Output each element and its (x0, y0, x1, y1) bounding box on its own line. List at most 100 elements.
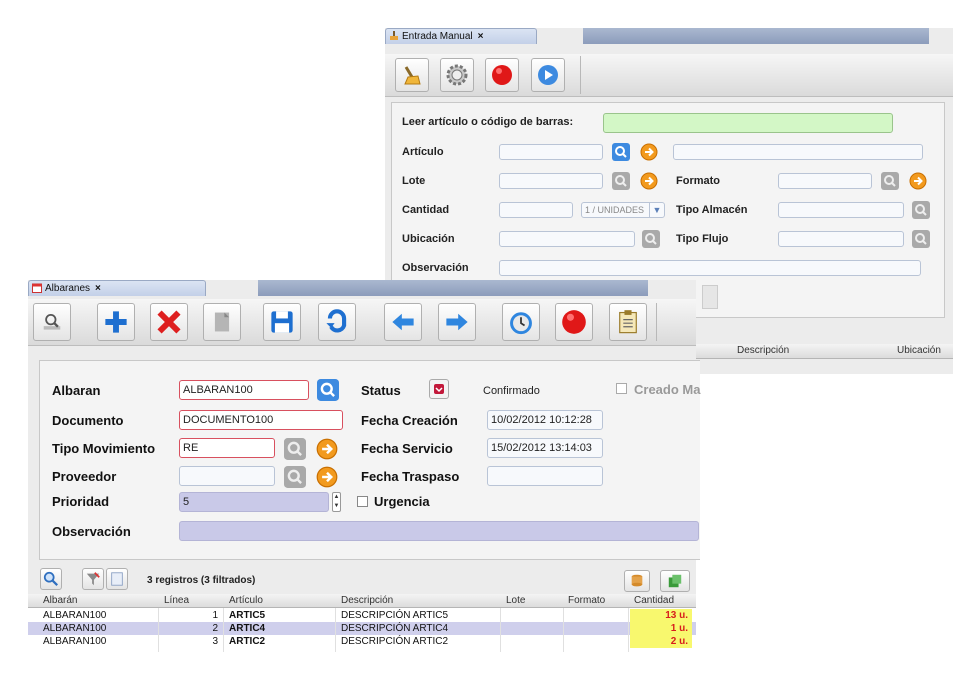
table-row[interactable]: ALBARAN100 1 ARTIC5 DESCRIPCIÓN ARTIC5 1… (28, 609, 696, 622)
ubicacion-input[interactable] (499, 231, 635, 247)
filter-icon (86, 572, 100, 586)
prioridad-input[interactable]: 5 (179, 492, 329, 512)
cell-cantidad: 1 u. (630, 622, 692, 635)
lote-label: Lote (402, 175, 426, 187)
observacion-label: Observación (402, 262, 469, 274)
col-lote[interactable]: Lote (506, 594, 525, 607)
delete-button[interactable] (150, 303, 188, 341)
articulo-label: Artículo (402, 146, 444, 158)
grid-excel-button[interactable] (660, 570, 690, 592)
proveedor-input[interactable] (179, 466, 275, 486)
table-row[interactable]: ALBARAN100 3 ARTIC2 DESCRIPCIÓN ARTIC2 2… (28, 635, 696, 648)
entrada-col-ubicacion: Ubicación (897, 345, 941, 356)
red-circle-icon (562, 310, 586, 334)
tab-albaranes[interactable]: Albaranes × (28, 280, 206, 296)
settings-button[interactable] (440, 58, 474, 92)
urgencia-checkbox[interactable] (357, 496, 368, 507)
observacion-input[interactable] (499, 260, 921, 276)
observacion-input[interactable] (179, 521, 699, 541)
barcode-input[interactable] (603, 113, 893, 133)
fecha-creacion-label: Fecha Creación (361, 413, 458, 428)
prioridad-stepper[interactable]: ▲ ▼ (332, 492, 341, 512)
toolbar-divider (656, 303, 657, 341)
save-button[interactable] (263, 303, 301, 341)
col-formato[interactable]: Formato (568, 594, 605, 607)
formato-search-button[interactable] (881, 172, 899, 190)
ubicacion-search-button[interactable] (642, 230, 660, 248)
tipo-movimiento-search-button[interactable] (284, 438, 306, 460)
col-linea[interactable]: Línea (164, 594, 189, 607)
arrow-right-icon (640, 172, 658, 190)
grid-filter-button[interactable] (82, 568, 104, 590)
red-circle-icon (492, 65, 512, 85)
plus-icon (105, 311, 127, 333)
fecha-creacion-input[interactable]: 10/02/2012 10:12:28 (487, 410, 603, 430)
tipo-movimiento-go-button[interactable] (316, 438, 338, 460)
hidden-button-fragment[interactable] (702, 285, 718, 309)
tab-entrada-close-icon[interactable]: × (478, 31, 484, 42)
albaran-input[interactable]: ALBARAN100 (179, 380, 309, 400)
cantidad-input[interactable] (499, 202, 573, 218)
refresh-button[interactable] (318, 303, 356, 341)
arrow-right-icon (446, 313, 468, 331)
tab-albaranes-close-icon[interactable]: × (95, 283, 101, 294)
preview-button[interactable] (33, 303, 71, 341)
excel-icon (668, 574, 682, 588)
col-albaran[interactable]: Albarán (43, 594, 77, 607)
cell-albaran: ALBARAN100 (43, 623, 107, 634)
grid-export-button[interactable] (624, 570, 650, 592)
observacion-label: Observación (52, 524, 131, 539)
formato-go-button[interactable] (909, 172, 927, 190)
tipo-flujo-input[interactable] (778, 231, 904, 247)
grid-clear-button[interactable] (106, 568, 128, 590)
stepper-down-icon[interactable]: ▼ (333, 502, 340, 511)
arrow-right-icon (640, 143, 658, 161)
articulo-go-button[interactable] (640, 143, 658, 161)
clean-button[interactable] (395, 58, 429, 92)
documento-input[interactable]: DOCUMENTO100 (179, 410, 343, 430)
unidades-select[interactable]: 1 / UNIDADES ▼ (581, 202, 665, 218)
cell-albaran: ALBARAN100 (43, 636, 107, 647)
lote-search-button[interactable] (612, 172, 630, 190)
grid-toolbar: 3 registros (3 filtrados) (28, 566, 696, 594)
lote-input[interactable] (499, 173, 603, 189)
lote-go-button[interactable] (640, 172, 658, 190)
tipo-almacen-search-button[interactable] (912, 201, 930, 219)
alarm-clock-icon (510, 312, 532, 335)
search-icon (912, 201, 930, 219)
play-button[interactable] (531, 58, 565, 92)
add-button[interactable] (97, 303, 135, 341)
refresh-icon (326, 309, 347, 333)
col-descripcion[interactable]: Descripción (341, 594, 393, 607)
proveedor-search-button[interactable] (284, 466, 306, 488)
search-icon (881, 172, 899, 190)
proveedor-go-button[interactable] (316, 466, 338, 488)
col-articulo[interactable]: Artículo (229, 594, 263, 607)
tab-entrada-manual[interactable]: Entrada Manual × (385, 28, 537, 44)
formato-input[interactable] (778, 173, 872, 189)
albaran-search-button[interactable] (317, 379, 339, 401)
creado-checkbox[interactable] (616, 383, 627, 394)
tipo-almacen-input[interactable] (778, 202, 904, 218)
tipo-flujo-search-button[interactable] (912, 230, 930, 248)
record-button[interactable] (485, 58, 519, 92)
tipo-movimiento-input[interactable]: RE (179, 438, 275, 458)
articulo-desc-input[interactable] (673, 144, 923, 160)
status-indicator[interactable] (429, 379, 449, 399)
fecha-servicio-input[interactable]: 15/02/2012 13:14:03 (487, 438, 603, 458)
table-row-selected[interactable]: ALBARAN100 2 ARTIC4 DESCRIPCIÓN ARTIC4 1… (28, 622, 696, 635)
fecha-traspaso-input[interactable] (487, 466, 603, 486)
stepper-up-icon[interactable]: ▲ (333, 493, 340, 502)
clock-button[interactable] (502, 303, 540, 341)
articulo-search-button[interactable] (612, 143, 630, 161)
clipboard-button[interactable] (609, 303, 647, 341)
next-button[interactable] (438, 303, 476, 341)
articulo-input[interactable] (499, 144, 603, 160)
gear-icon (446, 64, 468, 86)
record-button[interactable] (555, 303, 593, 341)
copy-button[interactable] (203, 303, 241, 341)
search-icon (912, 230, 930, 248)
col-cantidad[interactable]: Cantidad (634, 594, 674, 607)
grid-search-button[interactable] (40, 568, 62, 590)
previous-button[interactable] (384, 303, 422, 341)
